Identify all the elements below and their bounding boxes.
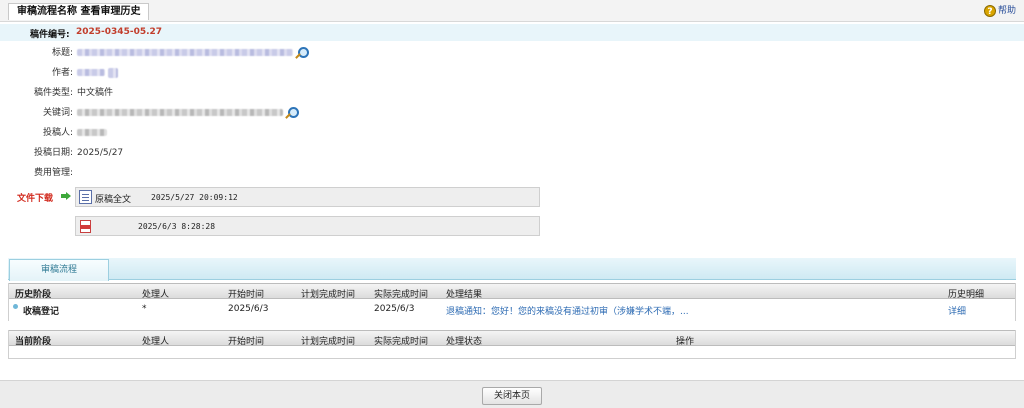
- close-page-button[interactable]: 关闭本页: [482, 387, 542, 405]
- author-field: 作者:: [0, 66, 400, 80]
- manuscript-number-row: 稿件编号: 2025-0345-05.27: [0, 24, 1024, 41]
- search-icon[interactable]: [285, 106, 299, 119]
- actual-cell: 2025/6/3: [374, 304, 415, 314]
- fee-label: 费用管理:: [33, 168, 73, 178]
- redacted-title: [77, 49, 293, 56]
- title-field: 标题:: [0, 46, 400, 60]
- column-header: 开始时间: [228, 290, 265, 300]
- history-header: 历史阶段 处理人 开始时间 计划完成时间 实际完成时间 处理结果 历史明细: [9, 283, 1015, 300]
- submitter-value: [77, 126, 107, 140]
- file-download-label: 文件下载: [17, 194, 54, 204]
- file-item[interactable]: 原稿全文 2025/5/27 20:09:12: [75, 187, 540, 207]
- help-link[interactable]: ? 帮助: [983, 4, 1016, 18]
- title-value: [77, 46, 309, 60]
- type-value: 中文稿件: [77, 88, 114, 98]
- redacted-author: [77, 69, 105, 76]
- footer-bar: 关闭本页: [0, 380, 1024, 408]
- doc-icon: [79, 190, 92, 204]
- arrow-right-icon: [61, 192, 71, 200]
- title-label: 标题:: [51, 48, 73, 58]
- column-header: 计划完成时间: [301, 290, 356, 300]
- file-item[interactable]: 2025/6/3 8:28:28: [75, 216, 540, 236]
- column-header: 当前阶段: [15, 337, 52, 347]
- column-header: 处理状态: [446, 337, 483, 347]
- handler-cell: *: [142, 304, 147, 314]
- column-header: 操作: [676, 337, 695, 347]
- manuscript-number-label: 稿件编号:: [30, 30, 70, 40]
- type-label: 稿件类型:: [33, 88, 73, 98]
- date-value: 2025/5/27: [77, 148, 124, 158]
- keywords-field: 关键词:: [0, 106, 400, 120]
- date-label: 投稿日期:: [33, 148, 73, 158]
- file-time: 2025/5/27 20:09:12: [151, 193, 238, 202]
- tab-review-workflow[interactable]: 审稿流程: [9, 259, 109, 281]
- column-header: 实际完成时间: [374, 290, 429, 300]
- file-name[interactable]: 原稿全文: [95, 192, 131, 205]
- column-header: 处理结果: [446, 290, 483, 300]
- date-field: 投稿日期: 2025/5/27: [0, 146, 400, 160]
- page-title: 审稿流程名称 查看审理历史: [8, 3, 150, 20]
- column-header: 处理人: [142, 290, 170, 300]
- column-header: 计划完成时间: [301, 337, 356, 347]
- history-table: 历史阶段 处理人 开始时间 计划完成时间 实际完成时间 处理结果 历史明细 收稿…: [8, 283, 1016, 321]
- submitter-field: 投稿人:: [0, 126, 400, 140]
- keywords-label: 关键词:: [42, 108, 73, 118]
- help-label: 帮助: [997, 6, 1016, 16]
- type-field: 稿件类型: 中文稿件: [0, 86, 400, 100]
- redacted-author-extra: [107, 67, 118, 78]
- pdf-icon[interactable]: [80, 220, 91, 233]
- workflow-tabbar: 审稿流程: [8, 258, 1016, 281]
- redacted-keywords: [77, 109, 283, 116]
- column-header: 历史阶段: [15, 290, 52, 300]
- top-bar: 审稿流程名称 查看审理历史 ? 帮助: [0, 0, 1024, 22]
- bullet-icon: [13, 304, 18, 309]
- detail-link[interactable]: 详细: [948, 304, 966, 317]
- current-header: 当前阶段 处理人 开始时间 计划完成时间 实际完成时间 处理状态 操作: [9, 330, 1015, 347]
- result-link[interactable]: 退稿通知：您好！您的来稿没有通过初审（涉嫌学术不端，...: [446, 304, 689, 317]
- author-label: 作者:: [51, 68, 73, 78]
- keywords-value: [77, 106, 299, 120]
- column-header: 实际完成时间: [374, 337, 429, 347]
- column-header: 开始时间: [228, 337, 265, 347]
- help-icon: ?: [983, 5, 996, 17]
- column-header: 处理人: [142, 337, 170, 347]
- author-value: [77, 66, 118, 80]
- column-header: 历史明细: [948, 290, 985, 300]
- redacted-submitter: [77, 129, 107, 136]
- search-icon[interactable]: [295, 46, 309, 59]
- submitter-label: 投稿人:: [42, 128, 73, 138]
- current-stage-table: 当前阶段 处理人 开始时间 计划完成时间 实际完成时间 处理状态 操作: [8, 330, 1016, 359]
- start-cell: 2025/6/3: [228, 304, 269, 314]
- manuscript-number-value: 2025-0345-05.27: [76, 27, 163, 37]
- stage-cell: 收稿登记: [23, 307, 60, 317]
- file-time: 2025/6/3 8:28:28: [138, 222, 216, 231]
- table-row: 收稿登记 * 2025/6/3 2025/6/3 退稿通知：您好！您的来稿没有通…: [9, 301, 1015, 317]
- fee-field: 费用管理:: [0, 166, 400, 180]
